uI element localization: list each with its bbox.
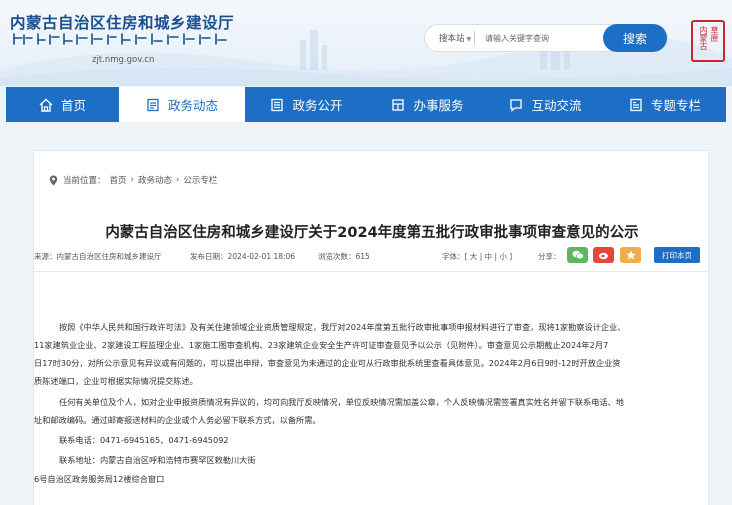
body-line: 任何有关单位及个人，如对企业申报资质情况有异议的，均可向我厅反映情况，单位反映情… bbox=[59, 397, 624, 407]
body-line: 址和邮政编码。通过邮寄报送材料的企业或个人务必留下联系方式，以备所需。 bbox=[34, 415, 321, 425]
breadcrumb-home[interactable]: 首页 bbox=[110, 174, 127, 186]
meta-divider bbox=[34, 271, 710, 272]
building-icon bbox=[391, 98, 405, 112]
nav-item-interaction[interactable]: 互动交流 bbox=[487, 87, 604, 122]
nav-item-topics[interactable]: 专题专栏 bbox=[604, 87, 726, 122]
weibo-share-button[interactable] bbox=[593, 247, 614, 263]
wechat-icon bbox=[572, 250, 584, 260]
site-domain: zjt.nmg.gov.cn bbox=[92, 55, 155, 65]
article-title: 内蒙古自治区住房和城乡建设厅关于2024年度第五批行政审批事项审查意见的公示 bbox=[105, 225, 639, 241]
wechat-share-button[interactable] bbox=[567, 247, 588, 263]
mongolian-script-logo bbox=[13, 33, 227, 45]
search-bar: 搜本站▼ 搜索 bbox=[424, 24, 668, 52]
contact-phone: 联系电话：0471-6945165、0471-6945092 bbox=[59, 435, 229, 445]
site-header: 内蒙古自治区住房和城乡建设厅 zjt.nmg.gov.cn 搜本站▼ 搜索 内蒙… bbox=[0, 0, 732, 86]
favorite-button[interactable] bbox=[620, 247, 641, 263]
nav-item-home[interactable]: 首页 bbox=[6, 87, 119, 122]
article-date: 发布日期：2024-02-01 18:06 bbox=[190, 252, 296, 261]
body-line: 日17时30分，对所公示意见有异议或有问题的，可以提出申辩，审查意见为未通过的企… bbox=[34, 358, 621, 368]
star-icon bbox=[625, 250, 636, 260]
site-title[interactable]: 内蒙古自治区住房和城乡建设厅 bbox=[10, 11, 234, 33]
breadcrumb-sep: › bbox=[130, 175, 134, 185]
topic-icon bbox=[629, 98, 643, 112]
nav-item-news[interactable]: 政务动态 bbox=[119, 87, 245, 122]
body-line: 按照《中华人民共和国行政许可法》及有关住建领域企业资质管理规定，我厅对2024年… bbox=[59, 322, 626, 332]
breadcrumb-notices[interactable]: 公示专栏 bbox=[183, 174, 217, 186]
breadcrumb-prefix: 当前位置： bbox=[63, 176, 106, 186]
main-nav: 首页 政务动态 政务公开 办事服务 互动交流 专题专栏 bbox=[6, 87, 726, 122]
article-views: 浏览次数：615 bbox=[318, 252, 370, 261]
nav-item-public[interactable]: 政务公开 bbox=[245, 87, 368, 122]
search-scope-select[interactable]: 搜本站 ▼ bbox=[439, 32, 471, 44]
body-line: 11家建筑业企业、2家建设工程监理企业、1家施工图审查机构、23家建筑企业安全生… bbox=[34, 340, 609, 350]
search-button[interactable]: 搜索 bbox=[603, 24, 667, 52]
breadcrumb-sep: › bbox=[175, 175, 180, 185]
chat-icon bbox=[509, 98, 523, 112]
search-divider bbox=[474, 31, 475, 45]
weibo-icon bbox=[598, 252, 608, 260]
location-pin-icon bbox=[49, 175, 58, 185]
search-input[interactable] bbox=[485, 29, 603, 47]
home-icon bbox=[39, 98, 53, 112]
caret-down-icon: ▼ bbox=[466, 36, 472, 43]
print-button[interactable]: 打印本页 bbox=[654, 247, 700, 263]
article-card: 当前位置： 首页 › 政务动态 › 公示专栏 内蒙古自治区住房和城乡建设厅关于2… bbox=[33, 150, 710, 505]
article-source: 来源：内蒙古自治区住房和城乡建设厅 bbox=[34, 252, 162, 261]
share-label: 分享： bbox=[538, 252, 561, 261]
breadcrumb-news[interactable]: 政务动态 bbox=[138, 174, 172, 186]
list-icon bbox=[270, 98, 284, 112]
contact-address: 联系地址：内蒙古自治区呼和浩特市赛罕区敕勒川大街 bbox=[59, 455, 256, 465]
seal-logo: 内蒙古 草原 bbox=[691, 20, 725, 62]
font-size-control[interactable]: 字体：[ 大 | 中 | 小 ] bbox=[442, 251, 512, 262]
contact-address-cont: 6号自治区政务服务局12楼综合窗口 bbox=[34, 474, 165, 484]
body-line: 质陈述端口，企业可根据实际情况提交陈述。 bbox=[34, 376, 198, 386]
document-icon bbox=[146, 98, 160, 112]
breadcrumb: 当前位置： 首页 › 政务动态 › 公示专栏 bbox=[49, 174, 221, 186]
nav-item-services[interactable]: 办事服务 bbox=[368, 87, 487, 122]
